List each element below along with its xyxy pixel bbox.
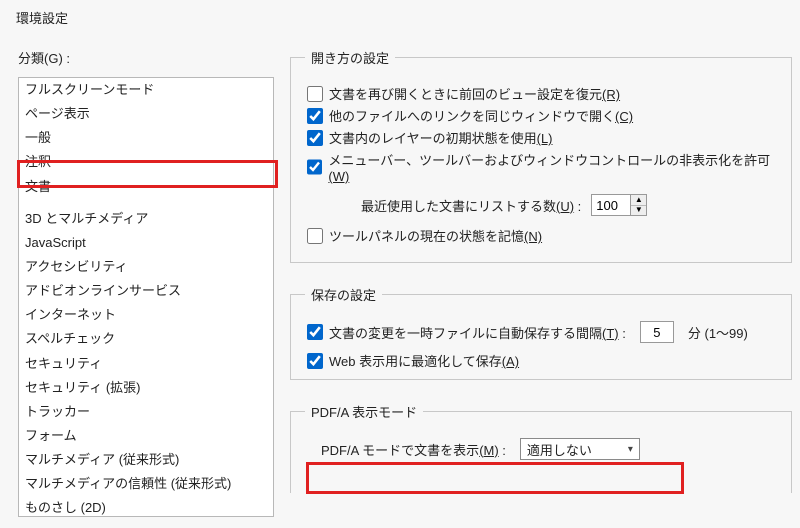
- list-item[interactable]: ものさし (2D): [19, 496, 273, 517]
- pdfa-mode-value: 適用しない: [527, 440, 592, 459]
- list-item[interactable]: フルスクリーンモード: [19, 78, 273, 102]
- save-settings-legend: 保存の設定: [305, 285, 382, 304]
- open-settings-legend: 開き方の設定: [305, 48, 395, 67]
- autosave-unit-label: 分 (1～99): [688, 323, 748, 342]
- list-item[interactable]: スペルチェック: [19, 327, 273, 351]
- remember-tools-checkbox[interactable]: [307, 228, 323, 244]
- spinner-up-button[interactable]: ▲: [631, 195, 646, 206]
- autosave-checkbox-label[interactable]: 文書の変更を一時ファイルに自動保存する間隔(T) :: [307, 323, 626, 342]
- allow-hide-ui-checkbox[interactable]: [307, 159, 322, 175]
- remember-tools-row[interactable]: ツールパネルの現在の状態を記憶(N): [305, 226, 777, 245]
- list-item[interactable]: 一般: [19, 126, 273, 150]
- optimize-web-checkbox[interactable]: [307, 353, 323, 369]
- autosave-label: 文書の変更を一時ファイルに自動保存する間隔(T) :: [329, 323, 626, 342]
- layer-state-checkbox[interactable]: [307, 130, 323, 146]
- category-label-text: 分類(G) :: [18, 51, 70, 66]
- list-item[interactable]: マルチメディア (従来形式): [19, 448, 273, 472]
- allow-hide-ui-row[interactable]: メニューバー、ツールバーおよびウィンドウコントロールの非表示化を許可 (W): [305, 150, 777, 184]
- list-item[interactable]: アドビオンラインサービス: [19, 279, 273, 303]
- recent-docs-input[interactable]: [591, 194, 631, 216]
- pdfa-mode-group: PDF/A 表示モード PDF/A モードで文書を表示(M) : 適用しない ▾: [290, 402, 792, 493]
- list-item[interactable]: 文書: [19, 175, 273, 199]
- pdfa-mode-row: PDF/A モードで文書を表示(M) : 適用しない ▾: [305, 438, 777, 460]
- recent-docs-row: 最近使用した文書にリストする数(U) : ▲ ▼: [361, 194, 777, 216]
- pdfa-mode-legend: PDF/A 表示モード: [305, 402, 423, 421]
- same-window-row[interactable]: 他のファイルへのリンクを同じウィンドウで開く(C): [305, 106, 777, 125]
- list-item[interactable]: セキュリティ: [19, 352, 273, 376]
- pdfa-mode-dropdown[interactable]: 適用しない ▾: [520, 438, 640, 460]
- category-list[interactable]: フルスクリーンモードページ表示一般注釈文書 3D とマルチメディアJavaScri…: [18, 77, 274, 517]
- restore-view-checkbox[interactable]: [307, 86, 323, 102]
- list-item[interactable]: アクセシビリティ: [19, 255, 273, 279]
- restore-view-row[interactable]: 文書を再び開くときに前回のビュー設定を復元(R): [305, 84, 777, 103]
- allow-hide-ui-label: メニューバー、ツールバーおよびウィンドウコントロールの非表示化を許可 (W): [328, 150, 777, 184]
- same-window-label: 他のファイルへのリンクを同じウィンドウで開く(C): [329, 106, 633, 125]
- optimize-web-row[interactable]: Web 表示用に最適化して保存(A): [305, 351, 777, 370]
- layer-state-row[interactable]: 文書内のレイヤーの初期状態を使用(L): [305, 128, 777, 147]
- same-window-checkbox[interactable]: [307, 108, 323, 124]
- list-item[interactable]: トラッカー: [19, 400, 273, 424]
- list-item[interactable]: セキュリティ (拡張): [19, 376, 273, 400]
- list-item[interactable]: 注釈: [19, 150, 273, 174]
- recent-docs-label: 最近使用した文書にリストする数(U) :: [361, 196, 581, 215]
- autosave-checkbox[interactable]: [307, 324, 323, 340]
- recent-docs-spinner[interactable]: ▲ ▼: [631, 194, 647, 216]
- optimize-web-label: Web 表示用に最適化して保存(A): [329, 351, 519, 370]
- list-item[interactable]: マルチメディアの信頼性 (従来形式): [19, 472, 273, 496]
- restore-view-label: 文書を再び開くときに前回のビュー設定を復元(R): [329, 84, 620, 103]
- chevron-down-icon: ▾: [628, 444, 633, 455]
- pdfa-mode-label: PDF/A モードで文書を表示(M) :: [321, 440, 506, 459]
- open-settings-group: 開き方の設定 文書を再び開くときに前回のビュー設定を復元(R) 他のファイルへの…: [290, 48, 792, 263]
- window-title: 環境設定: [16, 8, 68, 27]
- list-item[interactable]: ページ表示: [19, 102, 273, 126]
- autosave-row: 文書の変更を一時ファイルに自動保存する間隔(T) : 分 (1～99): [305, 321, 777, 343]
- autosave-interval-input[interactable]: [640, 321, 674, 343]
- spinner-down-button[interactable]: ▼: [631, 206, 646, 216]
- remember-tools-label: ツールパネルの現在の状態を記憶(N): [329, 226, 542, 245]
- list-item[interactable]: JavaScript: [19, 231, 273, 255]
- list-item[interactable]: フォーム: [19, 424, 273, 448]
- save-settings-group: 保存の設定 文書の変更を一時ファイルに自動保存する間隔(T) : 分 (1～99…: [290, 285, 792, 380]
- layer-state-label: 文書内のレイヤーの初期状態を使用(L): [329, 128, 553, 147]
- list-item[interactable]: インターネット: [19, 303, 273, 327]
- list-item[interactable]: 3D とマルチメディア: [19, 207, 273, 231]
- category-label: 分類(G) :: [18, 48, 274, 67]
